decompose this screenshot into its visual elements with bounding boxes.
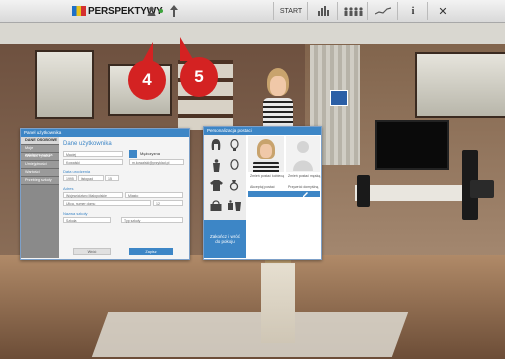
chart-button[interactable] (307, 2, 338, 20)
city-field[interactable]: Miasto (125, 192, 183, 198)
female-preview[interactable] (248, 136, 284, 172)
surname-field[interactable]: Kowalski (63, 159, 123, 165)
school-type-field[interactable]: Typ szkoły (121, 217, 183, 223)
back-label: Wróć (87, 249, 97, 254)
birth-year-select[interactable]: 1995 (63, 175, 77, 181)
avatar-panel-title: Personalizacja postaci (204, 127, 321, 135)
accept-option-label[interactable]: Akceptuj postać (250, 185, 275, 189)
face-icon[interactable] (226, 157, 242, 173)
shirt-icon[interactable] (208, 177, 224, 193)
sidebar-item-zainteresowania[interactable]: Moje zainteresowania (21, 145, 59, 157)
sidebar-item-umiejetnosci[interactable]: Umiejętności (21, 161, 59, 169)
top-toolbar: PERSPEKTYWY START i ✕ (0, 0, 505, 23)
male-silhouette[interactable] (286, 136, 320, 172)
bag-icon[interactable] (208, 197, 224, 213)
start-button[interactable]: START (273, 2, 308, 20)
gender-icon[interactable] (129, 150, 137, 158)
school-field[interactable]: Szkoła (63, 217, 111, 223)
school-section-title: Nazwa szkoły (63, 211, 88, 216)
info-icon: i (411, 5, 415, 17)
window-left (35, 50, 94, 119)
address-section-title: Adres (63, 186, 74, 191)
marker-5: 5 (180, 37, 218, 97)
people-icon (344, 7, 363, 16)
start-label: START (279, 7, 303, 15)
finish-button[interactable]: Zakończ i wróć do pokoju (204, 220, 246, 258)
close-icon: ✕ (438, 5, 448, 18)
arrow-up-icon[interactable] (168, 3, 180, 19)
birth-month-select[interactable]: listopad (78, 175, 104, 181)
birth-section-title: Data urodzenia (63, 169, 91, 174)
personal-section-title: Dane użytkownika (63, 141, 112, 147)
user-icon[interactable] (145, 3, 157, 19)
window-right (415, 52, 505, 118)
finish-label: Zakończ i wróć do pokoju (209, 234, 240, 244)
picture-frame (330, 90, 348, 106)
female-option-label[interactable]: Zmień postać kobiecą (250, 174, 284, 178)
name-field[interactable]: Maciej (63, 151, 123, 157)
default-option-label[interactable]: Przywróć domyślną (288, 185, 318, 189)
birth-day-select[interactable]: 15 (105, 175, 119, 181)
head-icon[interactable] (226, 137, 242, 153)
television (375, 120, 449, 170)
sidebar-item-szkola[interactable]: Przebieg szkoły (21, 177, 59, 185)
house-number-field[interactable]: 12 (153, 200, 183, 206)
sidebar-item-wiedza[interactable]: Wiedza i praca (21, 153, 59, 161)
male-option-label[interactable]: Zmień postać męską (288, 174, 320, 178)
ceiling (0, 22, 505, 44)
rug (91, 312, 409, 357)
email-field[interactable]: m.kowalski@przyklad.pl (129, 159, 184, 165)
info-button[interactable]: i (397, 2, 428, 20)
tv-stand (355, 185, 470, 201)
edit-bar[interactable] (248, 191, 320, 197)
people-button[interactable] (337, 2, 368, 20)
marker-4-label: 4 (142, 70, 152, 89)
save-button[interactable]: Zapisz (129, 248, 173, 255)
hair-icon[interactable] (208, 137, 224, 153)
bar-chart-icon (318, 6, 329, 16)
marker-4: 4 (128, 42, 166, 100)
save-label: Zapisz (145, 249, 157, 254)
back-button[interactable]: Wróć (73, 248, 111, 255)
trend-button[interactable] (367, 2, 398, 20)
province-field[interactable]: Województwo Małopolskie (63, 192, 123, 198)
avatar-panel: Personalizacja postaci Zakończ i wróć do… (203, 126, 322, 260)
user-panel-sidebar: DANE OSOBOWE Moje zainteresowania Wiedza… (21, 137, 59, 258)
user-panel-title: Panel użytkownika (21, 129, 189, 137)
sidebar-item-dane[interactable]: DANE OSOBOWE (21, 137, 59, 145)
accessories-icon[interactable] (226, 197, 242, 213)
marker-5-label: 5 (194, 67, 204, 86)
street-field[interactable]: Ulica, numer domu (63, 200, 151, 206)
ring-icon[interactable] (226, 177, 242, 193)
pencil-icon (303, 191, 308, 197)
close-button[interactable]: ✕ (427, 2, 458, 20)
logo-icon (72, 6, 86, 16)
body-icon[interactable] (208, 157, 224, 173)
status-dot-icon (158, 3, 164, 19)
hifi-unit (470, 180, 494, 198)
gender-label: Mężczyzna (140, 151, 161, 156)
user-panel: Panel użytkownika DANE OSOBOWE Moje zain… (20, 128, 190, 260)
trend-icon (375, 7, 391, 15)
speaker-left (357, 175, 370, 207)
sidebar-item-wartosci[interactable]: Wartości (21, 169, 59, 177)
